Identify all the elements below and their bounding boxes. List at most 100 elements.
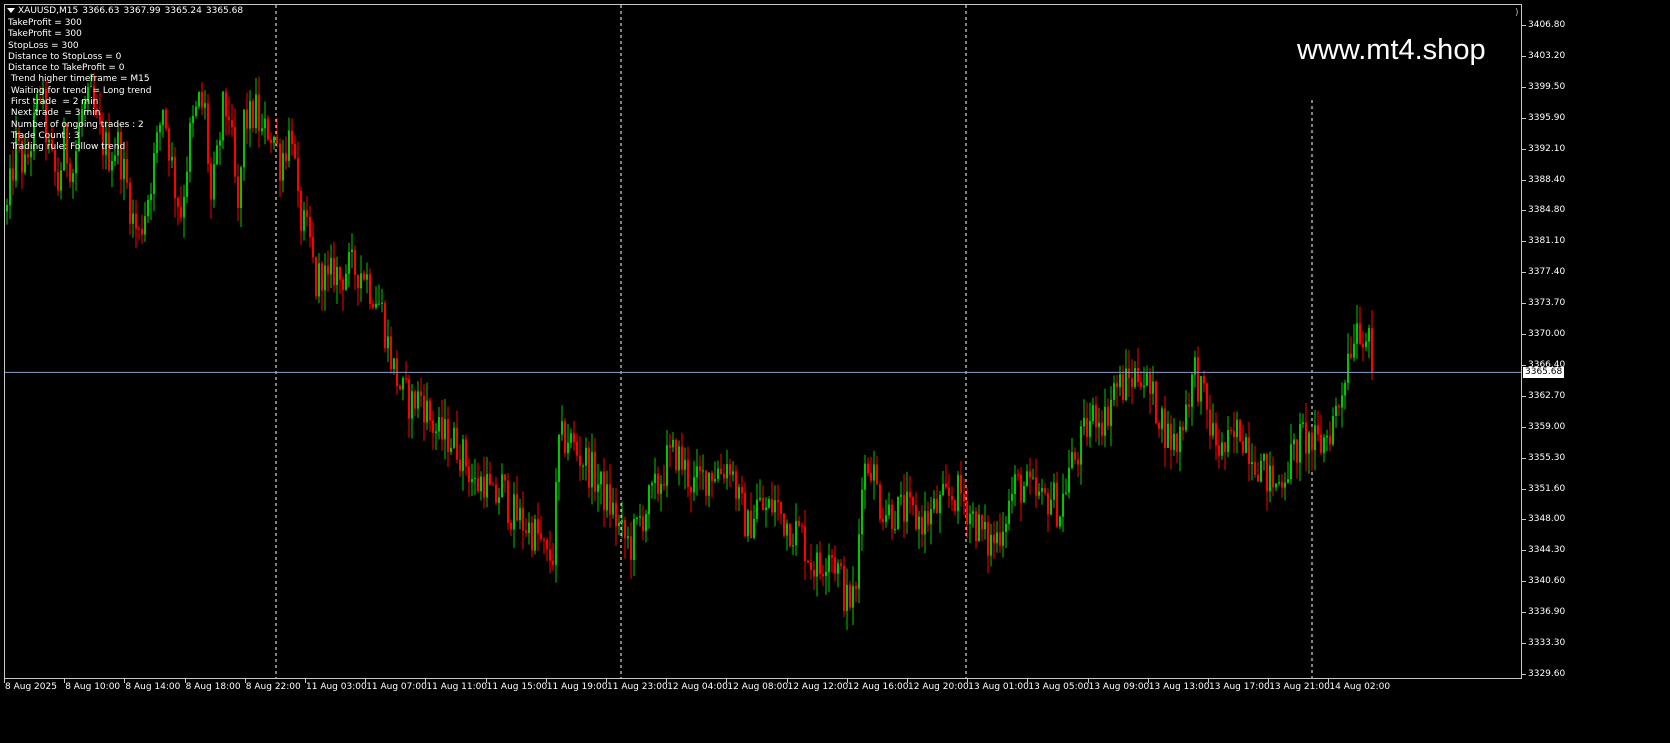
bull-candle xyxy=(360,273,362,289)
price-tick xyxy=(1522,550,1526,552)
chart-window[interactable]: XAUUSD,M15 3366.63 3367.99 3365.24 3365.68 T… xyxy=(0,0,1670,743)
bear-candle xyxy=(750,510,752,539)
candlestick-chart[interactable] xyxy=(0,0,1522,679)
bear-candle xyxy=(813,569,815,577)
bull-candle xyxy=(558,434,560,483)
bear-candle xyxy=(300,190,302,231)
bear-candle xyxy=(720,468,722,474)
price-label: 3399.50 xyxy=(1528,81,1566,92)
bull-candle xyxy=(534,519,536,551)
bull-candle xyxy=(738,487,740,499)
bear-candle xyxy=(951,495,953,501)
ohlc-low: 3365.24 xyxy=(164,6,202,16)
collapse-triangle-icon[interactable] xyxy=(7,8,15,13)
bear-candle xyxy=(588,447,590,488)
bull-candle xyxy=(486,473,488,498)
current-price-label: 3365.68 xyxy=(1523,367,1565,379)
bear-candle xyxy=(1158,423,1160,429)
bear-candle xyxy=(801,526,803,528)
bull-candle xyxy=(1302,422,1304,425)
chart-shift-marker-icon[interactable]: ) xyxy=(1515,8,1519,18)
bear-candle xyxy=(780,502,782,514)
bull-candle xyxy=(747,510,749,537)
bear-candle xyxy=(603,471,605,511)
info-line: TakeProfit = 300 xyxy=(8,18,82,28)
bear-candle xyxy=(777,500,779,503)
time-label: 14 Aug 02:00 xyxy=(1329,682,1391,692)
bull-candle xyxy=(1002,531,1004,546)
bear-candle xyxy=(630,536,632,560)
bull-candle xyxy=(774,500,776,513)
time-label: 13 Aug 17:00 xyxy=(1209,682,1270,692)
bull-candle xyxy=(672,439,674,448)
bull-candle xyxy=(1161,408,1163,429)
time-label: 12 Aug 12:00 xyxy=(787,682,849,692)
bull-candle xyxy=(1059,516,1061,527)
bear-candle xyxy=(1155,381,1157,424)
bull-candle xyxy=(528,522,530,534)
bull-candle xyxy=(852,586,854,608)
bull-candle xyxy=(255,94,257,129)
time-label: 13 Aug 13:00 xyxy=(1148,682,1210,692)
bull-candle xyxy=(618,522,620,527)
bear-candle xyxy=(573,433,575,443)
symbol-label: XAUUSD,M15 xyxy=(18,6,79,16)
bull-candle xyxy=(768,499,770,508)
bull-candle xyxy=(1221,442,1223,456)
bear-candle xyxy=(297,158,299,191)
bear-candle xyxy=(405,378,407,380)
time-axis[interactable]: 8 Aug 2025 8 Aug 10:00 8 Aug 14:00 8 Aug 18… xyxy=(0,679,1522,743)
bear-candle xyxy=(594,452,596,492)
bull-candle xyxy=(1173,433,1175,450)
price-tick xyxy=(1522,395,1526,397)
info-line: Number of ongoing trades : 2 xyxy=(8,119,144,130)
bear-candle xyxy=(291,130,293,145)
bear-candle xyxy=(465,439,467,467)
bull-candle xyxy=(969,513,971,525)
bear-candle xyxy=(771,499,773,513)
bear-candle xyxy=(576,442,578,456)
bull-candle xyxy=(792,545,794,547)
bear-candle xyxy=(843,565,845,611)
bull-candle xyxy=(924,510,926,535)
bull-candle xyxy=(1110,399,1112,426)
bull-candle xyxy=(1269,465,1271,492)
bull-candle xyxy=(1260,460,1262,482)
bear-candle xyxy=(1248,437,1250,465)
bear-candle xyxy=(1137,367,1139,382)
bull-candle xyxy=(627,536,629,539)
price-label: 3388.40 xyxy=(1528,174,1566,185)
bull-candle xyxy=(612,502,614,515)
bull-candle xyxy=(1293,439,1295,445)
bear-candle xyxy=(333,257,335,286)
bull-candle xyxy=(1053,482,1055,500)
bear-candle xyxy=(948,487,950,496)
bull-candle xyxy=(150,194,152,200)
bear-candle xyxy=(1296,439,1298,463)
bull-candle xyxy=(1332,415,1334,445)
bull-candle xyxy=(795,520,797,546)
bull-candle xyxy=(198,91,200,107)
bear-candle xyxy=(564,421,566,454)
bull-candle xyxy=(1104,406,1106,436)
bull-candle xyxy=(114,155,116,162)
bull-candle xyxy=(378,303,380,305)
bear-candle xyxy=(390,336,392,370)
bull-candle xyxy=(6,204,8,212)
bear-candle xyxy=(540,533,542,540)
time-label: 13 Aug 09:00 xyxy=(1088,682,1150,692)
bear-candle xyxy=(369,274,371,304)
price-label: 3340.60 xyxy=(1528,576,1566,587)
bear-candle xyxy=(936,498,938,514)
bull-candle xyxy=(1368,328,1370,342)
bull-candle xyxy=(714,479,716,481)
bull-candle xyxy=(888,504,890,516)
bear-candle xyxy=(1140,381,1142,388)
bull-candle xyxy=(1212,423,1214,436)
bull-candle xyxy=(156,132,158,154)
bull-candle xyxy=(162,109,164,125)
bull-candle xyxy=(1026,471,1028,487)
bull-candle xyxy=(1125,368,1127,400)
bear-candle xyxy=(399,385,401,390)
bull-candle xyxy=(861,489,863,535)
